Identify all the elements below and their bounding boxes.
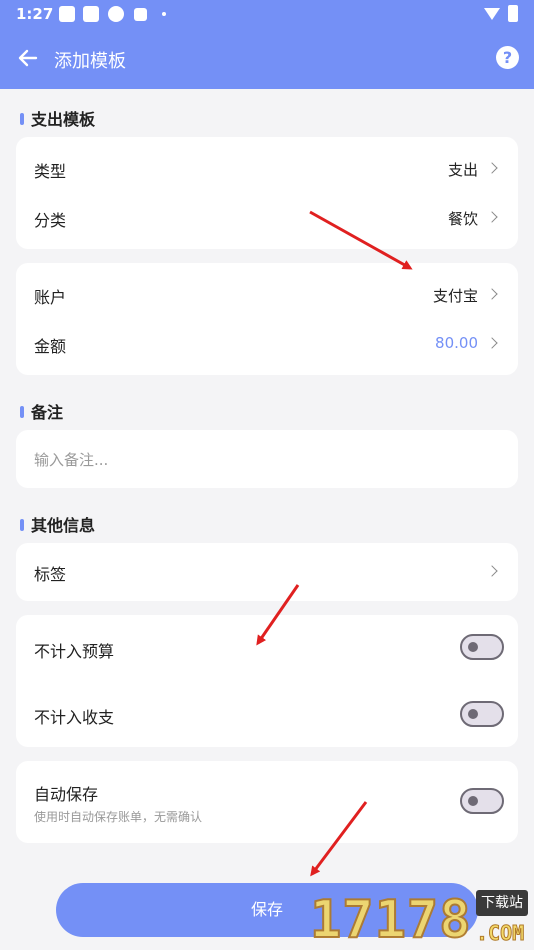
toggle-knob	[468, 709, 478, 719]
note-input[interactable]: 输入备注...	[34, 449, 108, 470]
wifi-icon	[484, 8, 500, 20]
account-amount-card: 账户 支付宝 金额 80.00	[16, 263, 518, 375]
watermark-logo: 17178 下载站 .COM	[309, 885, 534, 950]
amount-value: 80.00	[435, 334, 478, 352]
exclude-income-expense-label: 不计入收支	[34, 708, 115, 727]
exclude-budget-toggle[interactable]	[460, 634, 504, 660]
exclude-budget-label: 不计入预算	[34, 642, 115, 661]
battery-icon	[508, 5, 518, 22]
section-title-expense: 支出模板	[20, 106, 95, 130]
toggles-card: 不计入预算 不计入收支	[16, 615, 518, 747]
notification-icon	[59, 6, 75, 22]
section-title-text: 备注	[31, 403, 64, 422]
watermark-badge: 下载站	[476, 890, 528, 916]
watermark-suffix: .COM	[475, 921, 525, 946]
tags-card: 标签	[16, 543, 518, 601]
more-notifications-icon	[162, 12, 166, 16]
status-bar: 1:27	[0, 0, 534, 28]
app-header: 1:27 添加模板 ?	[0, 0, 534, 89]
section-marker	[20, 405, 24, 418]
auto-save-label: 自动保存	[34, 785, 99, 804]
section-marker	[20, 112, 24, 125]
category-value: 餐饮	[447, 210, 478, 228]
account-label: 账户	[34, 288, 67, 307]
notification-icon	[83, 6, 99, 22]
sync-icon	[108, 6, 124, 22]
app-notification-icon	[134, 8, 147, 21]
row-category[interactable]: 分类 餐饮	[16, 195, 518, 241]
status-time: 1:27	[16, 5, 54, 23]
section-title-note: 备注	[20, 399, 63, 423]
chevron-right-icon	[486, 565, 498, 577]
section-title-text: 其他信息	[31, 516, 96, 535]
type-value: 支出	[447, 161, 478, 179]
chevron-right-icon	[486, 288, 498, 300]
page-title: 添加模板	[54, 51, 126, 72]
row-tags[interactable]: 标签	[16, 549, 518, 595]
chevron-right-icon	[486, 211, 498, 223]
back-arrow-icon[interactable]	[16, 46, 40, 70]
row-account[interactable]: 账户 支付宝	[16, 272, 518, 318]
type-label: 类型	[34, 162, 67, 181]
note-card[interactable]: 输入备注...	[16, 430, 518, 488]
toggle-knob	[468, 796, 478, 806]
amount-label: 金额	[34, 337, 67, 356]
section-title-other: 其他信息	[20, 512, 95, 536]
toggle-knob	[468, 642, 478, 652]
chevron-right-icon	[486, 162, 498, 174]
type-category-card: 类型 支出 分类 餐饮	[16, 137, 518, 249]
section-marker	[20, 518, 24, 531]
account-value: 支付宝	[432, 287, 478, 305]
section-title-text: 支出模板	[31, 110, 96, 129]
category-label: 分类	[34, 211, 67, 230]
row-amount[interactable]: 金额 80.00	[16, 321, 518, 367]
tags-label: 标签	[34, 565, 67, 584]
auto-save-toggle[interactable]	[460, 788, 504, 814]
auto-save-card: 自动保存 使用时自动保存账单，无需确认	[16, 761, 518, 843]
watermark-digits: 17178	[309, 889, 472, 950]
chevron-right-icon	[486, 337, 498, 349]
auto-save-description: 使用时自动保存账单，无需确认	[34, 810, 203, 824]
row-type[interactable]: 类型 支出	[16, 146, 518, 192]
help-icon[interactable]: ?	[496, 46, 519, 69]
exclude-income-expense-toggle[interactable]	[460, 701, 504, 727]
